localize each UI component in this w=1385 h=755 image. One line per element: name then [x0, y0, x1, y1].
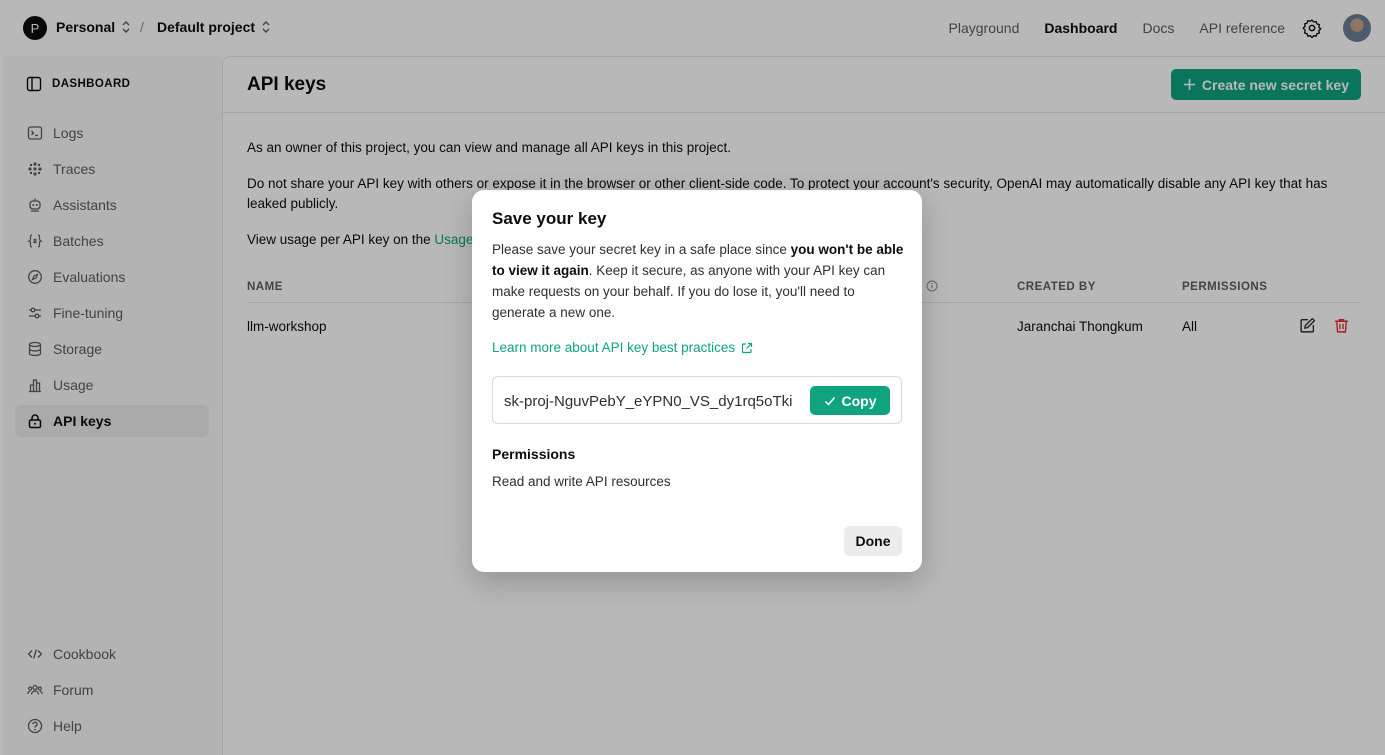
copy-button-label: Copy — [841, 392, 877, 409]
best-practices-link-label: Learn more about API key best practices — [492, 340, 736, 355]
dialog-title: Save your key — [492, 209, 607, 228]
dialog-message: Please save your secret key in a safe pl… — [492, 239, 904, 323]
dialog-message-start: Please save your secret key in a safe pl… — [492, 242, 791, 257]
external-link-icon — [742, 342, 753, 353]
permissions-value: Read and write API resources — [492, 474, 671, 489]
check-icon — [824, 396, 835, 406]
secret-key-box: Copy — [492, 376, 902, 424]
save-key-dialog: Save your key Please save your secret ke… — [472, 190, 922, 572]
copy-button[interactable]: Copy — [810, 386, 890, 415]
done-button[interactable]: Done — [844, 526, 902, 556]
permissions-label: Permissions — [492, 446, 576, 462]
modal-overlay[interactable]: Save your key Please save your secret ke… — [0, 0, 1385, 755]
best-practices-link[interactable]: Learn more about API key best practices — [492, 340, 753, 355]
secret-key-field[interactable] — [504, 389, 802, 413]
